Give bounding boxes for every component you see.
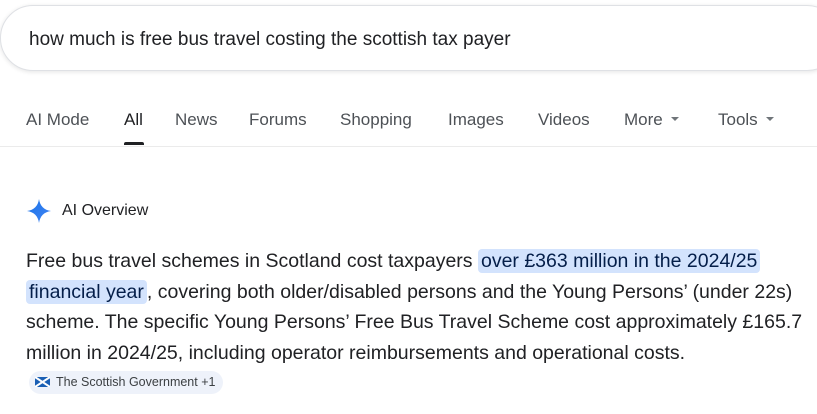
- search-box[interactable]: how much is free bus travel costing the …: [0, 5, 817, 71]
- search-query-text[interactable]: how much is free bus travel costing the …: [29, 29, 511, 51]
- tab-tools-label: Tools: [718, 110, 758, 129]
- tab-tools[interactable]: Tools: [718, 110, 774, 130]
- search-results-page: how much is free bus travel costing the …: [0, 0, 817, 414]
- tab-shopping[interactable]: Shopping: [340, 110, 412, 130]
- ai-overview-header: AI Overview: [26, 198, 148, 224]
- ai-overview-title: AI Overview: [62, 202, 149, 219]
- tabs-divider: [0, 146, 817, 147]
- chevron-down-icon: [765, 116, 774, 121]
- source-chip[interactable]: The Scottish Government +1: [29, 370, 224, 394]
- active-tab-indicator: [124, 142, 144, 145]
- tab-all[interactable]: All: [124, 110, 143, 130]
- chevron-down-icon: [670, 116, 679, 121]
- tab-ai-mode[interactable]: AI Mode: [26, 110, 89, 130]
- search-tabs: AI Mode All News Forums Shopping Images …: [0, 100, 817, 146]
- tab-more-label: More: [624, 110, 663, 129]
- tab-videos[interactable]: Videos: [538, 110, 590, 130]
- scotland-flag-icon: [35, 377, 50, 387]
- gemini-spark-icon: [27, 199, 51, 223]
- tab-news[interactable]: News: [175, 110, 218, 130]
- tab-more[interactable]: More: [624, 110, 679, 130]
- tab-images[interactable]: Images: [448, 110, 504, 130]
- tab-forums[interactable]: Forums: [249, 110, 307, 130]
- ai-overview-text: Free bus travel schemes in Scotland cost…: [26, 246, 806, 399]
- overview-text-before: Free bus travel schemes in Scotland cost…: [26, 250, 478, 272]
- source-chip-label: The Scottish Government +1: [56, 374, 216, 389]
